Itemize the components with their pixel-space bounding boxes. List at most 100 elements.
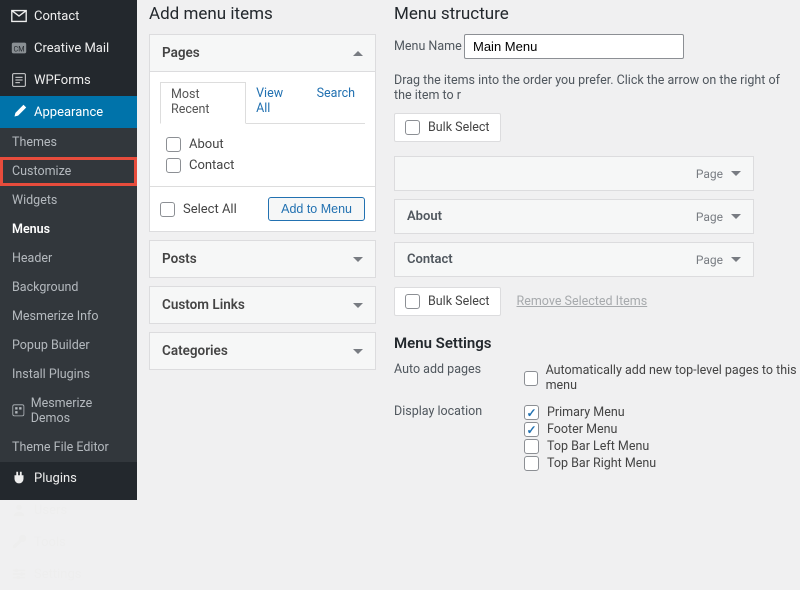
checkbox[interactable] [405,120,420,135]
checkbox[interactable] [524,439,539,454]
chevron-down-icon[interactable] [731,257,741,262]
menu-structure-heading: Menu structure [394,4,800,24]
sidebar-sub-themes[interactable]: Themes [0,128,137,157]
tab-most-recent[interactable]: Most Recent [160,82,246,124]
add-menu-items-column: Add menu items Pages Most Recent View Al… [137,0,388,500]
sidebar-sub-background[interactable]: Background [0,273,137,302]
checkbox[interactable] [405,294,420,309]
sidebar-sub-customize[interactable]: Customize [0,157,137,186]
chevron-down-icon [353,303,363,308]
sidebar-item-wpforms[interactable]: WPForms [0,64,137,96]
pages-tabs: Most Recent View All Search [160,82,365,124]
sidebar-item-contact[interactable]: Contact [0,0,137,32]
location-top-bar-left[interactable]: Top Bar Left Menu [524,438,800,455]
sidebar-item-plugins[interactable]: Plugins [0,462,137,494]
posts-metabox: Posts [149,240,376,278]
display-location-label: Display location [394,404,524,472]
checkbox[interactable] [524,405,539,420]
admin-sidebar: Contact CM Creative Mail WPForms Appeara… [0,0,137,500]
bulk-select-top[interactable]: Bulk Select [394,113,501,142]
sidebar-sub-mesmerize-info[interactable]: Mesmerize Info [0,302,137,331]
sidebar-item-settings[interactable]: Settings [0,558,137,590]
page-item-about[interactable]: About [160,134,365,155]
add-to-menu-button[interactable]: Add to Menu [268,197,365,221]
sidebar-label: Appearance [34,105,103,120]
select-all-row[interactable]: Select All [160,202,237,217]
main-content: Add menu items Pages Most Recent View Al… [137,0,800,500]
select-all-label: Select All [183,202,237,217]
sidebar-sub-popup-builder[interactable]: Popup Builder [0,331,137,360]
menu-item-row[interactable]: Contact Page [394,242,754,277]
page-item-contact[interactable]: Contact [160,155,365,176]
brush-icon [10,103,28,121]
sidebar-sub-widgets[interactable]: Widgets [0,186,137,215]
wpforms-icon [10,71,28,89]
checkbox[interactable] [160,202,175,217]
chevron-up-icon [353,51,363,56]
option-label: Top Bar Left Menu [547,439,649,454]
menu-item-type: Page [696,210,741,224]
user-icon [10,501,28,519]
location-primary-menu[interactable]: Primary Menu [524,404,800,421]
tab-search[interactable]: Search [307,82,365,123]
categories-metabox-toggle[interactable]: Categories [150,333,375,369]
sidebar-label: WPForms [34,73,91,88]
sidebar-sub-install-plugins[interactable]: Install Plugins [0,360,137,389]
bulk-select-bottom[interactable]: Bulk Select [394,287,501,316]
sidebar-item-creative-mail[interactable]: CM Creative Mail [0,32,137,64]
menu-structure-column: Menu structure Menu Name Drag the items … [388,0,800,500]
svg-text:CM: CM [14,45,25,54]
chevron-down-icon[interactable] [731,171,741,176]
sidebar-label: Creative Mail [34,41,109,56]
tab-view-all[interactable]: View All [246,82,307,123]
menu-item-row[interactable]: About Page [394,199,754,234]
menu-item-row[interactable]: Page [394,156,754,191]
menu-settings-heading: Menu Settings [394,334,800,352]
metabox-title: Categories [162,343,228,359]
custom-links-metabox: Custom Links [149,286,376,324]
sidebar-item-users[interactable]: Users [0,494,137,526]
sidebar-label: Contact [34,9,79,24]
sidebar-sub-mesmerize-demos[interactable]: Mesmerize Demos [0,389,137,433]
plug-icon [10,469,28,487]
auto-add-pages-label: Auto add pages [394,362,524,394]
sidebar-sub-theme-file-editor[interactable]: Theme File Editor [0,433,137,462]
metabox-title: Custom Links [162,297,245,313]
bulk-select-label: Bulk Select [428,294,490,309]
custom-links-metabox-toggle[interactable]: Custom Links [150,287,375,323]
menu-item-title: Contact [407,252,453,267]
sidebar-item-appearance[interactable]: Appearance [0,96,137,128]
chevron-down-icon [353,257,363,262]
option-label: Primary Menu [547,405,625,420]
option-label: Top Bar Right Menu [547,456,656,471]
menu-item-title: About [407,209,442,224]
sidebar-label: Settings [34,567,81,582]
menu-item-type: Page [696,167,741,181]
checkbox[interactable] [166,158,181,173]
location-footer-menu[interactable]: Footer Menu [524,421,800,438]
sidebar-item-tools[interactable]: Tools [0,526,137,558]
sidebar-label: Plugins [34,471,77,486]
metabox-title: Posts [162,251,197,267]
page-label: About [189,137,224,152]
sidebar-label: Tools [34,535,66,550]
bulk-select-label: Bulk Select [428,120,490,135]
checkbox[interactable] [166,137,181,152]
chevron-down-icon[interactable] [731,214,741,219]
auto-add-pages-option[interactable]: Automatically add new top-level pages to… [524,362,800,394]
menu-name-input[interactable] [464,34,684,59]
metabox-title: Pages [162,45,200,61]
remove-selected-link[interactable]: Remove Selected Items [517,294,648,309]
posts-metabox-toggle[interactable]: Posts [150,241,375,277]
sidebar-sub-header[interactable]: Header [0,244,137,273]
pages-metabox-toggle[interactable]: Pages [150,35,375,72]
option-label: Automatically add new top-level pages to… [546,363,800,393]
checkbox[interactable] [524,371,538,386]
menu-items-list: Page About Page Contact Page [394,156,800,277]
checkbox[interactable] [524,456,539,471]
menu-item-type: Page [696,253,741,267]
checkbox[interactable] [524,422,539,437]
chevron-down-icon [353,349,363,354]
location-top-bar-right[interactable]: Top Bar Right Menu [524,455,800,472]
sidebar-sub-menus[interactable]: Menus [0,215,137,244]
